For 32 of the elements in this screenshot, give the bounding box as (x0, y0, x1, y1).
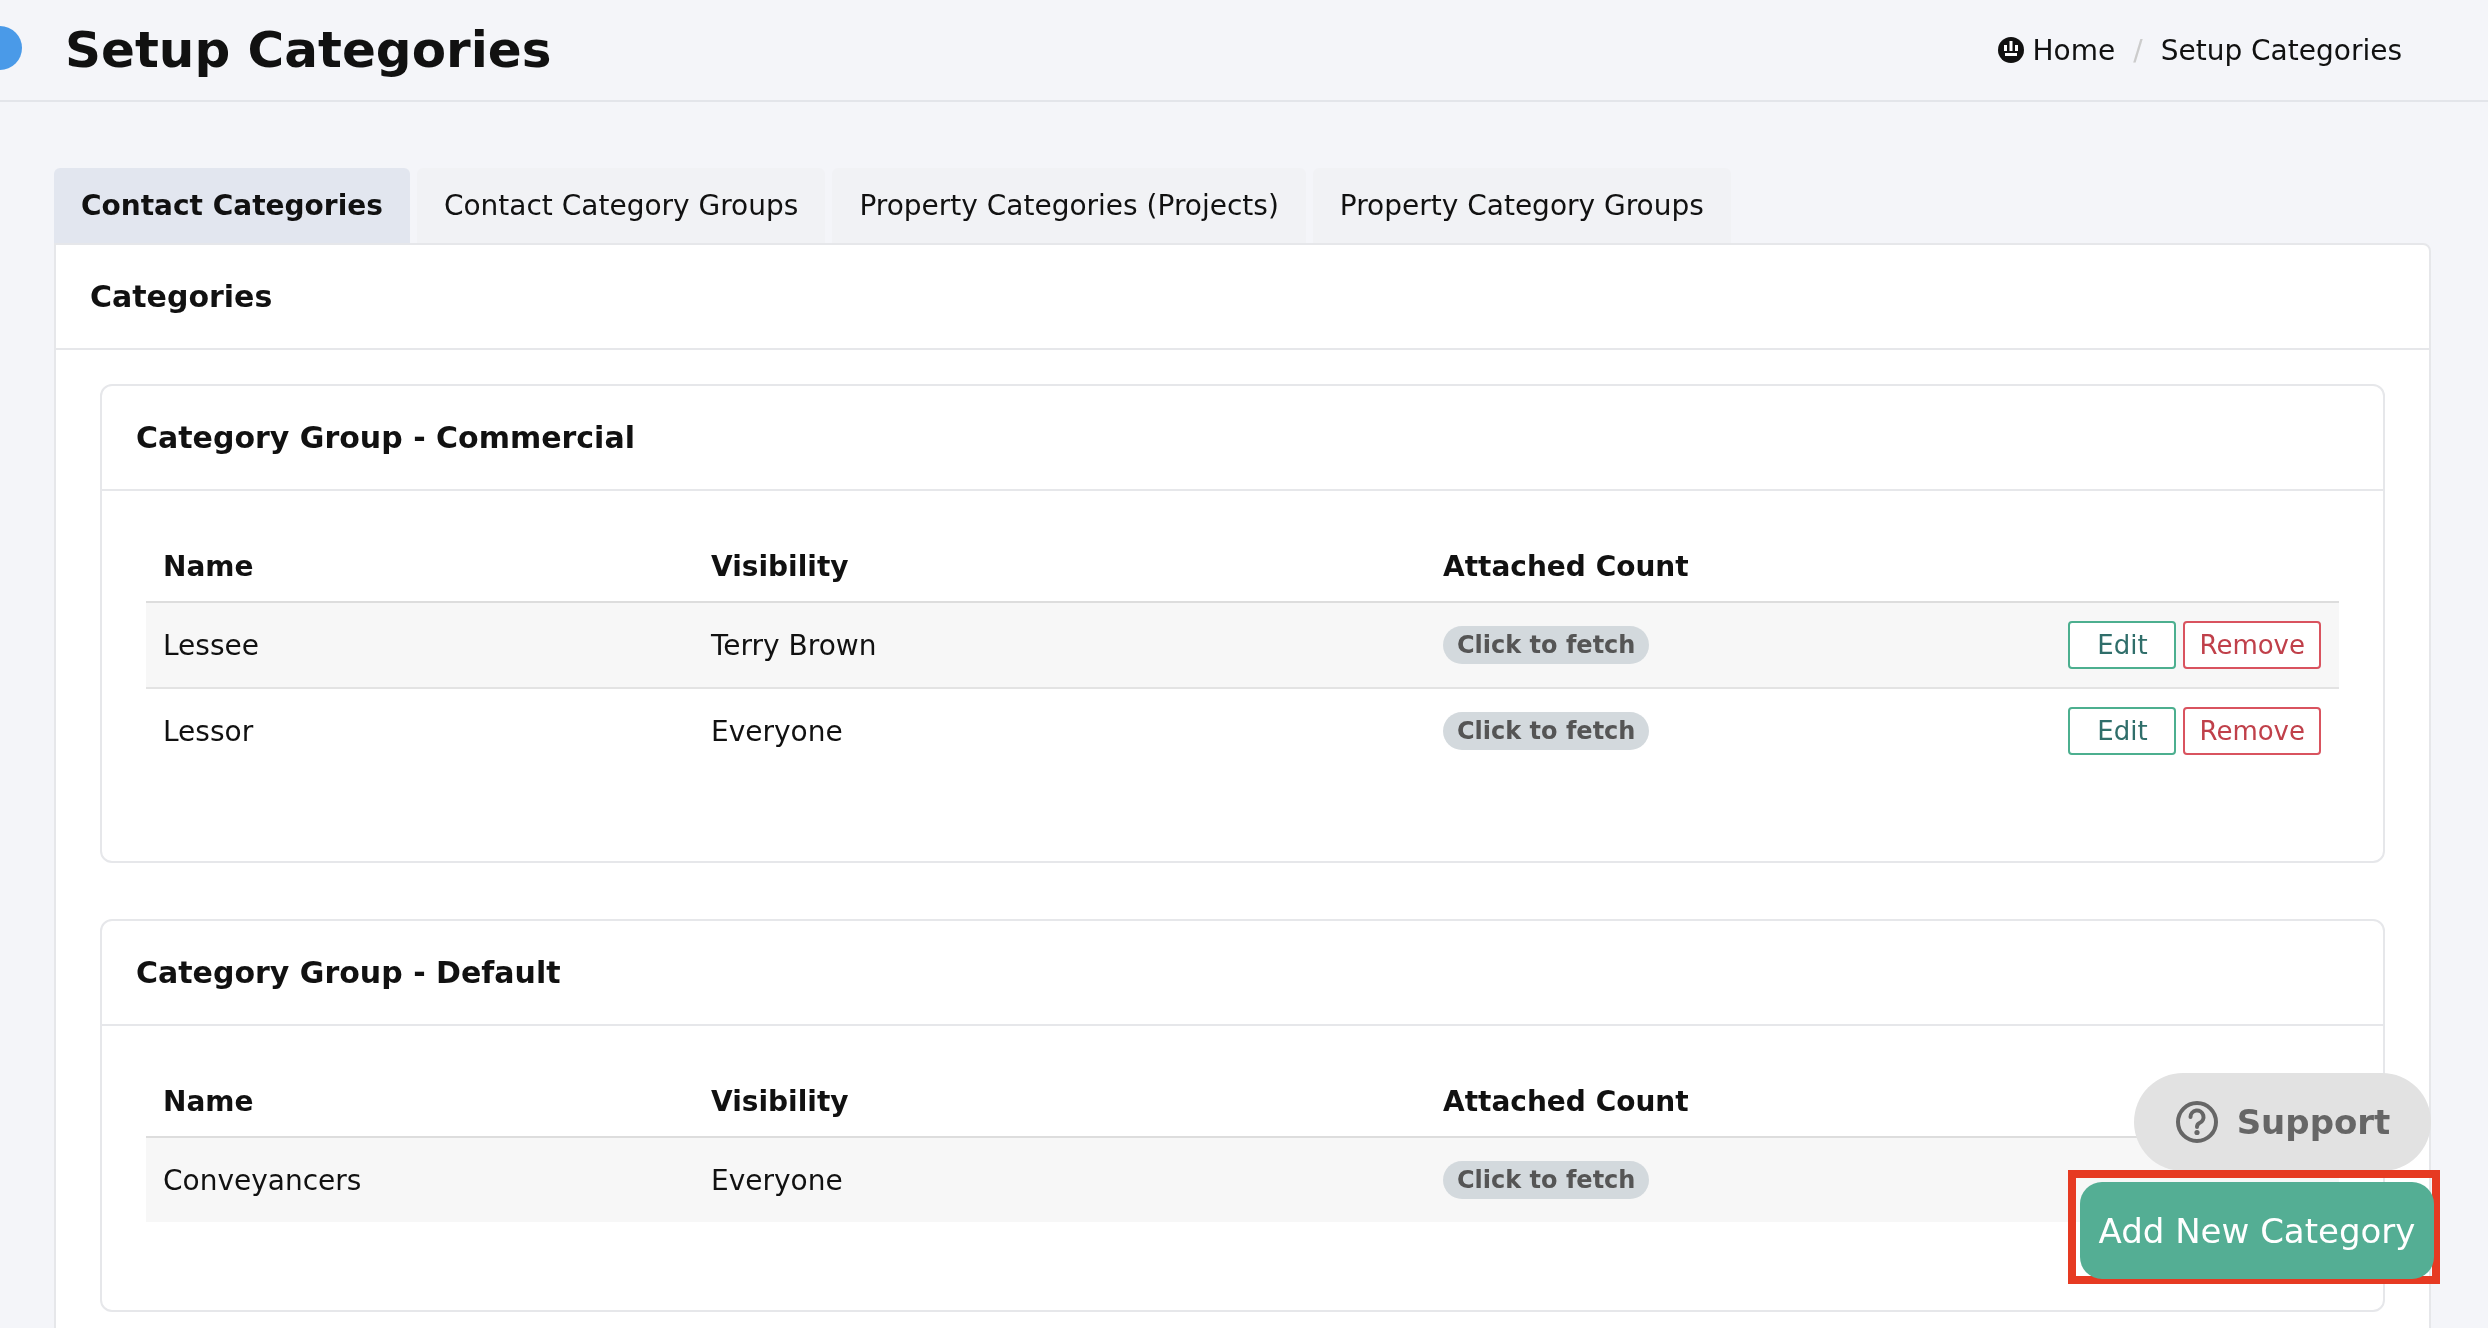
remove-button[interactable]: Remove (2183, 707, 2321, 755)
page-title: Setup Categories (65, 21, 553, 79)
group-title: Category Group - Commercial (136, 420, 635, 455)
support-button[interactable]: Support (2134, 1073, 2431, 1171)
group-title: Category Group - Default (136, 955, 561, 990)
column-header: Attached Count (1442, 549, 1690, 583)
column-header: Visibility (710, 1084, 850, 1118)
table-cell-text: Lessee (162, 628, 260, 662)
tab[interactable]: Property Category Groups (1312, 168, 1731, 243)
tab[interactable]: Contact Categories (54, 168, 410, 243)
breadcrumb-link[interactable]: Setup Categories (2160, 33, 2402, 67)
tab[interactable]: Contact Category Groups (416, 168, 826, 243)
fetch-badge[interactable]: Click to fetch (1443, 626, 1650, 664)
breadcrumb-separator: / (2133, 33, 2143, 67)
column-header: Name (162, 1084, 255, 1118)
help-icon (2174, 1100, 2219, 1144)
fetch-badge[interactable]: Click to fetch (1443, 1161, 1650, 1199)
breadcrumb-link[interactable]: Home (2032, 33, 2116, 67)
column-header: Visibility (710, 549, 850, 583)
column-header: Name (162, 549, 255, 583)
table-cell-text: Everyone (710, 714, 844, 748)
table-cell-text: Conveyancers (162, 1163, 363, 1197)
tab[interactable]: Property Categories (Projects) (832, 168, 1306, 243)
panel-title: Categories (90, 279, 273, 314)
fetch-badge[interactable]: Click to fetch (1443, 712, 1650, 750)
table-cell-text: Terry Brown (710, 628, 878, 662)
column-header: Attached Count (1442, 1084, 1690, 1118)
edit-button[interactable]: Edit (2068, 707, 2177, 755)
table-cell-text: Lessor (162, 714, 255, 748)
edit-button[interactable]: Edit (2068, 621, 2177, 669)
remove-button[interactable]: Remove (2183, 621, 2321, 669)
table-cell-text: Everyone (710, 1163, 844, 1197)
